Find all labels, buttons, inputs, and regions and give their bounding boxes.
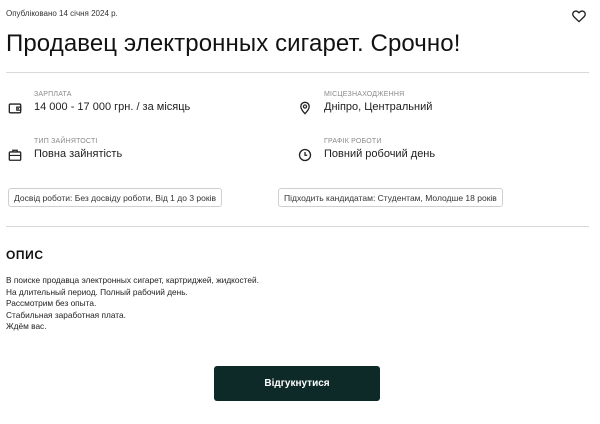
schedule-label: ГРАФІК РОБОТИ: [324, 138, 382, 145]
apply-button[interactable]: Відгукнутися: [214, 366, 380, 401]
description-line: Рассмотрим без опыта.: [6, 298, 97, 308]
description-line: В поиске продавца электронных сигарет, к…: [6, 275, 259, 285]
publish-date: Опубліковано 14 січня 2024 р.: [6, 9, 118, 18]
experience-tag[interactable]: Досвід роботи: Без досвіду роботи, Від 1…: [8, 188, 222, 207]
description-line: Ждём вас.: [6, 321, 47, 331]
candidates-tag[interactable]: Підходить кандидатам: Студентам, Молодше…: [278, 188, 503, 207]
location-pin-icon: [300, 101, 310, 115]
divider: [6, 226, 589, 227]
employment-info: ТИП ЗАЙНЯТОСТІ Повна зайнятість: [8, 138, 122, 162]
description-line: На длительный период. Полный рабочий ден…: [6, 286, 188, 297]
location-value: Дніпро, Центральний: [324, 101, 433, 113]
clock-icon: [298, 148, 312, 162]
salary-value: 14 000 - 17 000 грн. / за місяць: [34, 101, 191, 113]
location-info: МІСЦЕЗНАХОДЖЕННЯ Дніпро, Центральний: [298, 91, 432, 115]
employment-value: Повна зайнятість: [34, 148, 123, 160]
description-line: Стабильная заработная плата.: [6, 309, 126, 320]
description-text: В поиске продавца электронных сигарет, к…: [6, 275, 259, 333]
heart-icon[interactable]: [571, 8, 587, 24]
job-title: Продавец электронных сигарет. Срочно!: [6, 30, 461, 57]
salary-label: ЗАРПЛАТА: [34, 91, 72, 98]
description-title: ОПИС: [6, 248, 44, 262]
schedule-info: ГРАФІК РОБОТИ Повний робочий день: [298, 138, 435, 162]
briefcase-icon: [8, 149, 22, 161]
divider: [6, 72, 589, 73]
location-label: МІСЦЕЗНАХОДЖЕННЯ: [324, 91, 405, 98]
schedule-value: Повний робочий день: [324, 148, 436, 160]
wallet-icon: [8, 103, 22, 114]
employment-label: ТИП ЗАЙНЯТОСТІ: [34, 138, 98, 145]
salary-info: ЗАРПЛАТА 14 000 - 17 000 грн. / за місяц…: [8, 91, 190, 115]
